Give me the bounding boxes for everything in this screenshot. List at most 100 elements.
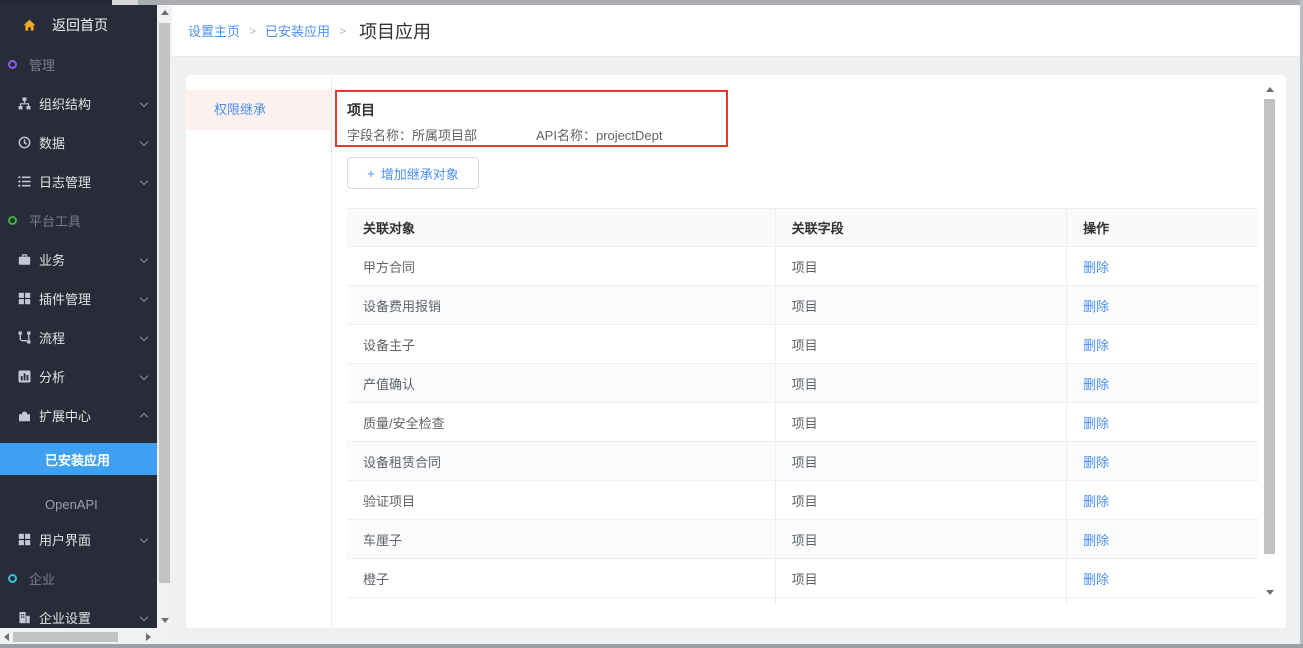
sidebar-item-label: 插件管理 [39, 289, 91, 308]
main-panel: 权限继承 项目 字段名称：所属项目部 API名称：projectDept + 增… [186, 75, 1286, 628]
briefcase-icon [17, 253, 31, 267]
breadcrumb-separator-icon: > [339, 24, 346, 38]
sidebar-item-log-management[interactable]: 日志管理 [0, 162, 157, 201]
action-cell: 删除 [1067, 520, 1258, 559]
scroll-right-arrow-icon[interactable] [146, 633, 151, 641]
related-field-cell: 项目 [775, 286, 1067, 325]
scroll-down-arrow-icon[interactable] [161, 618, 169, 623]
related-object-cell: 设备主子 [347, 325, 775, 364]
sidebar-item-plugin-management[interactable]: 插件管理 [0, 279, 157, 318]
flow-icon [17, 331, 31, 345]
chart-icon [17, 370, 31, 384]
add-inherit-object-label: 增加继承对象 [381, 164, 459, 183]
window-top-edge [0, 0, 1303, 5]
table-row: 产值确认项目 删除 [347, 364, 1258, 403]
content-vertical-scrollbar-thumb[interactable] [1264, 99, 1275, 554]
breadcrumb-link-settings-home[interactable]: 设置主页 [188, 21, 240, 40]
related-object-cell: 车厘子 [347, 520, 775, 559]
building-icon [17, 611, 31, 625]
chevron-down-icon [140, 255, 148, 263]
sidebar-item-label: 扩展中心 [39, 406, 91, 425]
table-row: 橙子项目删除 [347, 559, 1258, 598]
sidebar-item-openapi[interactable]: OpenAPI [0, 488, 157, 520]
related-field-cell: 项目 [775, 247, 1067, 286]
sidebar-vertical-scrollbar[interactable] [157, 5, 172, 630]
delete-link[interactable]: 删除 [1083, 572, 1109, 587]
scroll-up-arrow-icon[interactable] [1266, 87, 1274, 92]
related-field-cell: 项目 [775, 520, 1067, 559]
sidebar-item-user-interface[interactable]: 用户界面 [0, 520, 157, 559]
sidebar-item-workflow[interactable]: 流程 [0, 318, 157, 357]
related-field-cell: 项目 [775, 442, 1067, 481]
delete-link[interactable]: 删除 [1083, 299, 1109, 314]
field-name-value: 所属项目部 [412, 128, 477, 143]
sidebar-item-label: 企业设置 [39, 608, 91, 627]
chevron-down-icon [140, 333, 148, 341]
delete-link[interactable]: 删除 [1083, 338, 1109, 353]
clock-icon [17, 136, 31, 150]
related-object-cell: 产值确认 [347, 364, 775, 403]
delete-link[interactable]: 删除 [1083, 260, 1109, 275]
sidebar-horizontal-scrollbar[interactable] [0, 630, 157, 644]
sidebar-horizontal-scrollbar-thumb[interactable] [13, 632, 118, 642]
delete-link[interactable]: 删除 [1083, 494, 1109, 509]
sidebar-item-org-structure[interactable]: 组织结构 [0, 84, 157, 123]
scroll-left-arrow-icon[interactable] [4, 633, 9, 641]
sidebar-home-button[interactable]: 返回首页 [0, 5, 157, 45]
related-object-cell: 设备租赁合同 [347, 442, 775, 481]
action-cell: 删除 [1067, 286, 1258, 325]
breadcrumb-link-installed-apps[interactable]: 已安装应用 [265, 21, 330, 40]
sidebar-item-label: OpenAPI [45, 497, 98, 512]
table-header-row: 关联对象关联字段操作 [347, 209, 1258, 247]
action-cell: 删除 [1067, 403, 1258, 442]
column-header: 关联对象 [347, 209, 775, 247]
sidebar-item-label: 流程 [39, 328, 65, 347]
add-inherit-object-button[interactable]: + 增加继承对象 [347, 157, 479, 189]
sidebar-item-enterprise: 企业 [0, 559, 157, 598]
tab-permission-inheritance[interactable]: 权限继承 [186, 90, 331, 130]
relation-table: 关联对象关联字段操作 甲方合同项目删除设备费用报销项目删除设备主子项目删除产值确… [347, 208, 1258, 604]
sidebar-item-extension-center[interactable]: 扩展中心 [0, 396, 157, 435]
sidebar-vertical-scrollbar-thumb[interactable] [159, 23, 170, 583]
breadcrumb-separator-icon: > [249, 24, 256, 38]
sidebar-item-admin: 管理 [0, 45, 157, 84]
sidebar-item-label: 已安装应用 [45, 450, 110, 469]
related-object-cell: 质量/安全检查 [347, 403, 775, 442]
related-object-cell: 设备费用报销 [347, 286, 775, 325]
delete-link[interactable]: 删除 [1083, 455, 1109, 470]
admin-dot-icon [8, 60, 17, 69]
delete-link[interactable]: 删除 [1083, 416, 1109, 431]
annotation-highlight-box: 项目 字段名称：所属项目部 API名称：projectDept [335, 90, 728, 147]
related-field-cell: 项目 [775, 364, 1067, 403]
panel-content: 项目 字段名称：所属项目部 API名称：projectDept + 增加继承对象… [332, 75, 1286, 628]
column-header: 操作 [1067, 209, 1258, 247]
window-top-edge-notch [112, 0, 138, 5]
content-vertical-scrollbar[interactable] [1262, 81, 1277, 601]
related-field-cell: 项目 [775, 481, 1067, 520]
ui-grid-icon [17, 533, 31, 547]
org-structure-icon [17, 97, 31, 111]
sidebar-item-enterprise-settings[interactable]: 企业设置 [0, 598, 157, 628]
list-icon [17, 175, 31, 189]
section-title: 项目 [347, 100, 375, 120]
sidebar-item-business[interactable]: 业务 [0, 240, 157, 279]
sidebar-item-platform-tools: 平台工具 [0, 201, 157, 240]
chevron-down-icon [140, 99, 148, 107]
sidebar-item-label: 企业 [29, 569, 55, 588]
sidebar-item-analysis[interactable]: 分析 [0, 357, 157, 396]
scroll-up-arrow-icon[interactable] [161, 10, 169, 15]
sidebar-item-data[interactable]: 数据 [0, 123, 157, 162]
field-name-label: 字段名称：所属项目部 [347, 128, 477, 143]
window-top-edge-dark [0, 0, 112, 5]
api-name-value: projectDept [596, 128, 662, 143]
delete-link[interactable]: 删除 [1083, 533, 1109, 548]
delete-link[interactable]: 删除 [1083, 377, 1109, 392]
sidebar-item-label: 分析 [39, 367, 65, 386]
related-object-cell: 甲方合同 [347, 247, 775, 286]
window-bottom-border [0, 644, 1303, 648]
scroll-down-arrow-icon[interactable] [1266, 590, 1274, 595]
chevron-down-icon [140, 177, 148, 185]
sidebar-item-installed-apps[interactable]: 已安装应用 [0, 443, 157, 475]
platform-tools-dot-icon [8, 216, 17, 225]
sidebar-menu: 管理组织结构数据日志管理平台工具业务插件管理流程分析扩展中心已安装应用 OpenA… [0, 45, 157, 628]
